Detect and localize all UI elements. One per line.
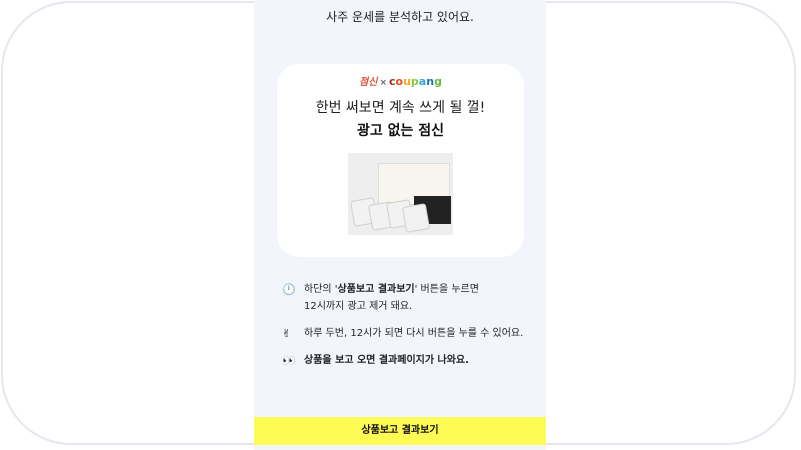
eyes-icon: 👀	[282, 354, 296, 367]
coupang-letter-p: p	[410, 75, 419, 88]
brand-separator: ×	[379, 78, 387, 88]
coupang-letter-o: o	[395, 75, 404, 88]
tip-bold: 상품을 보고 오면 결과페이지가 나와요.	[304, 355, 469, 366]
tip-item: ✌ 하루 두번, 12시가 되면 다시 버튼을 누를 수 있어요.	[282, 325, 536, 342]
card-headline: 한번 써보면 계속 쓰게 될 껄!	[315, 100, 486, 116]
tip-text: 하루 두번, 12시가 되면 다시 버튼을 누를 수 있어요.	[304, 328, 524, 339]
coupang-letter-n: n	[426, 75, 435, 88]
ad-card[interactable]: 점신 × coupang 한번 써보면 계속 쓰게 될 껄! 광고 없는 점신	[277, 64, 524, 257]
coupang-letter-u: u	[403, 75, 411, 88]
brand-left: 점신	[359, 77, 378, 88]
brand-right: coupang	[389, 75, 442, 88]
coupang-letter-a: a	[418, 75, 427, 88]
tip-text: 12시까지 광고 제거 돼요.	[304, 301, 413, 312]
phone-screen: 사주 운세를 분석하고 있어요. 점신 × coupang 한번 써보면 계속 쓰게…	[254, 0, 546, 450]
tip-text: 하단의 '	[304, 284, 338, 295]
tip-item: 👀 상품을 보고 오면 결과페이지가 나와요.	[282, 352, 536, 369]
tip-text: ' 버튼을 누르면	[414, 284, 479, 295]
brand-logo: 점신 × coupang	[277, 73, 524, 88]
tips-list: 🕛 하단의 '상품보고 결과보기' 버튼을 누르면 12시까지 광고 제거 돼요…	[282, 281, 536, 379]
view-product-result-button[interactable]: 상품보고 결과보기	[254, 417, 546, 445]
product-pouch	[401, 203, 431, 233]
victory-hand-icon: ✌	[282, 327, 292, 340]
info-icon: 🕛	[282, 283, 296, 296]
tip-item: 🕛 하단의 '상품보고 결과보기' 버튼을 누르면 12시까지 광고 제거 돼요…	[282, 281, 536, 315]
coupang-letter-g: g	[434, 75, 442, 88]
card-subheadline: 광고 없는 점신	[356, 123, 445, 139]
product-image[interactable]	[348, 153, 453, 235]
tip-bold: 상품보고 결과보기	[337, 284, 415, 295]
status-message: 사주 운세를 분석하고 있어요.	[326, 10, 474, 24]
